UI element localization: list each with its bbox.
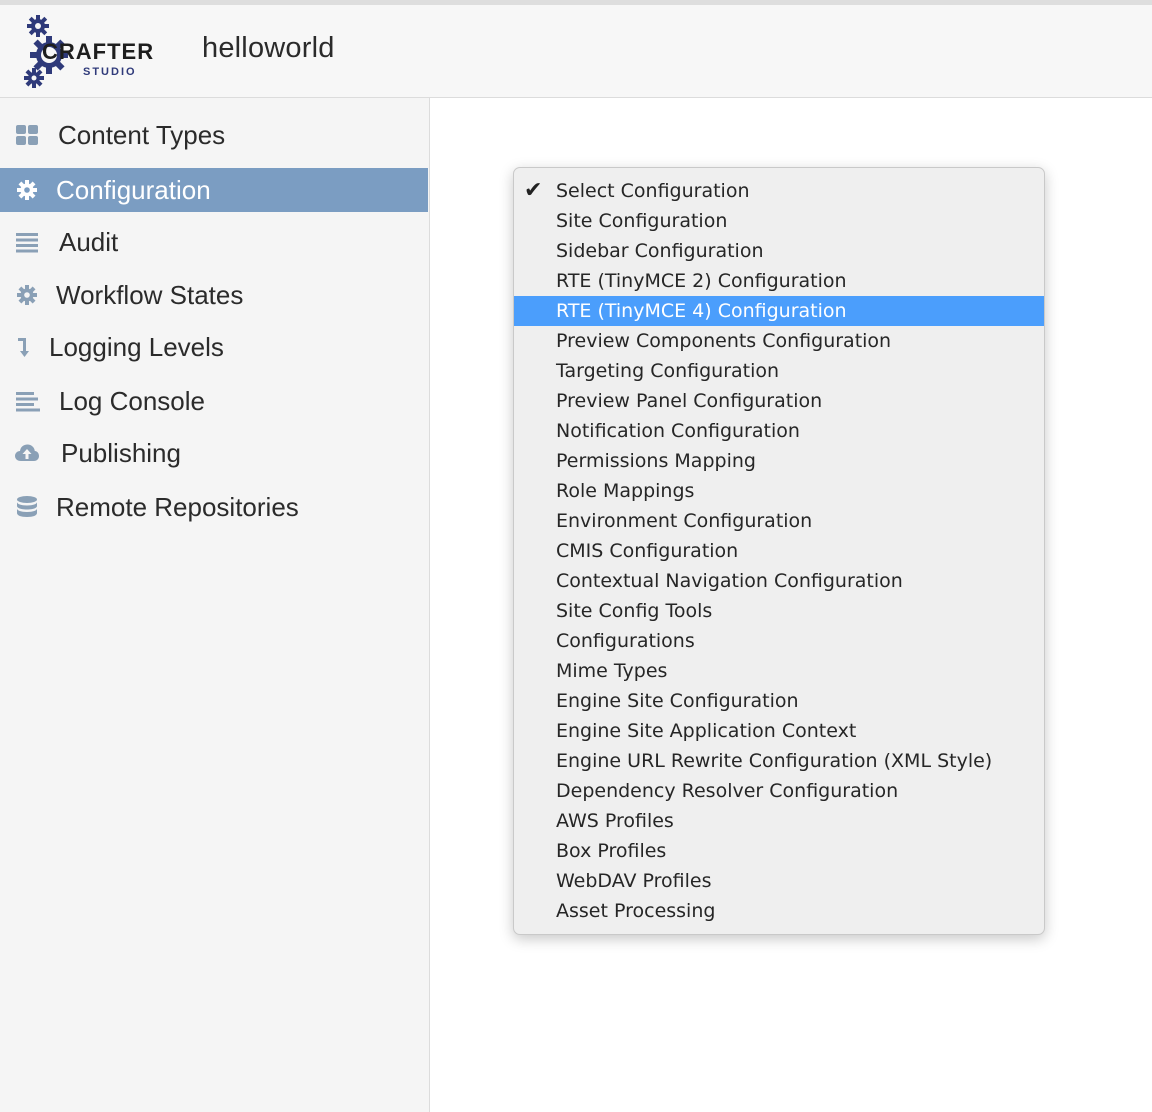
- dropdown-option[interactable]: Notification Configuration: [514, 416, 1044, 446]
- dropdown-option[interactable]: RTE (TinyMCE 4) Configuration: [514, 296, 1044, 326]
- sidebar-item-label: Log Console: [59, 386, 205, 416]
- sidebar-item-label: Content Types: [58, 120, 226, 150]
- dropdown-option-label: Engine Site Application Context: [556, 720, 857, 742]
- dropdown-option-label: Contextual Navigation Configuration: [556, 570, 903, 592]
- configuration-dropdown-menu[interactable]: ✔ Select Configuration Site Configuration S…: [513, 167, 1045, 935]
- sidebar-item-remote-repositories[interactable]: Remote Repositories: [0, 485, 428, 529]
- dropdown-option[interactable]: Environment Configuration: [514, 506, 1044, 536]
- sidebar-item-log-console[interactable]: Log Console: [0, 379, 428, 423]
- dropdown-option-label: Select Configuration: [556, 180, 750, 202]
- sidebar-item-label: Workflow States: [56, 280, 244, 310]
- dropdown-option-label: Mime Types: [556, 660, 668, 682]
- dropdown-option[interactable]: RTE (TinyMCE 2) Configuration: [514, 266, 1044, 296]
- dropdown-option-label: Dependency Resolver Configuration: [556, 780, 899, 802]
- dropdown-option[interactable]: Preview Panel Configuration: [514, 386, 1044, 416]
- dropdown-option[interactable]: Configurations: [514, 626, 1044, 656]
- dropdown-option[interactable]: CMIS Configuration: [514, 536, 1044, 566]
- dropdown-option-label: RTE (TinyMCE 2) Configuration: [556, 270, 847, 292]
- dropdown-option-label: Notification Configuration: [556, 420, 800, 442]
- sidebar-item-audit[interactable]: Audit: [0, 220, 428, 264]
- dropdown-option[interactable]: WebDAV Profiles: [514, 866, 1044, 896]
- dropdown-option-label: Site Config Tools: [556, 600, 713, 622]
- dropdown-option-label: Preview Components Configuration: [556, 330, 892, 352]
- dropdown-option[interactable]: Box Profiles: [514, 836, 1044, 866]
- dropdown-option[interactable]: Mime Types: [514, 656, 1044, 686]
- dropdown-option-label: Preview Panel Configuration: [556, 390, 823, 412]
- sidebar-item-label: Remote Repositories: [56, 492, 299, 522]
- sidebar: Content Types Configuration Audit Workfl…: [0, 98, 430, 1112]
- grid-icon: [14, 123, 40, 147]
- crafter-studio-logo[interactable]: CRAFTER STUDIO: [24, 10, 164, 90]
- dropdown-option[interactable]: AWS Profiles: [514, 806, 1044, 836]
- dropdown-option-label: Sidebar Configuration: [556, 240, 764, 262]
- database-icon: [14, 495, 40, 519]
- dropdown-option[interactable]: ✔ Select Configuration: [514, 176, 1044, 206]
- gear-icon: [14, 283, 40, 307]
- sidebar-item-label: Audit: [59, 227, 119, 257]
- sidebar-item-label: Configuration: [56, 175, 211, 205]
- dropdown-option-label: Permissions Mapping: [556, 450, 756, 472]
- sidebar-item-label: Logging Levels: [49, 332, 224, 362]
- sidebar-item-workflow-states[interactable]: Workflow States: [0, 273, 428, 317]
- dropdown-option[interactable]: Sidebar Configuration: [514, 236, 1044, 266]
- dropdown-option-label: Box Profiles: [556, 840, 667, 862]
- sidebar-item-label: Publishing: [61, 438, 181, 468]
- lines-icon: [14, 389, 40, 413]
- gear-icon: [14, 178, 40, 202]
- logo-subtext: STUDIO: [83, 66, 137, 78]
- dropdown-option[interactable]: Targeting Configuration: [514, 356, 1044, 386]
- dropdown-option-label: Engine URL Rewrite Configuration (XML St…: [556, 750, 993, 772]
- dropdown-option[interactable]: Asset Processing: [514, 896, 1044, 926]
- dropdown-option[interactable]: Permissions Mapping: [514, 446, 1044, 476]
- logo-text: CRAFTER: [42, 39, 154, 64]
- sidebar-item-publishing[interactable]: Publishing: [0, 431, 428, 475]
- site-name: helloworld: [202, 32, 335, 64]
- dropdown-option[interactable]: Preview Components Configuration: [514, 326, 1044, 356]
- checkmark-icon: ✔: [524, 178, 543, 203]
- dropdown-option[interactable]: Engine Site Configuration: [514, 686, 1044, 716]
- dropdown-option-label: Environment Configuration: [556, 510, 813, 532]
- dropdown-option[interactable]: Site Configuration: [514, 206, 1044, 236]
- dropdown-option-label: WebDAV Profiles: [556, 870, 712, 892]
- dropdown-option[interactable]: Site Config Tools: [514, 596, 1044, 626]
- dropdown-option[interactable]: Role Mappings: [514, 476, 1044, 506]
- dropdown-option[interactable]: Dependency Resolver Configuration: [514, 776, 1044, 806]
- sidebar-item-logging-levels[interactable]: Logging Levels: [0, 325, 428, 369]
- app-header: CRAFTER STUDIO helloworld: [0, 0, 1152, 98]
- dropdown-option-label: RTE (TinyMCE 4) Configuration: [556, 300, 847, 322]
- arrow-down-icon: [14, 335, 40, 359]
- dropdown-option[interactable]: Engine Site Application Context: [514, 716, 1044, 746]
- list-icon: [14, 230, 40, 254]
- sidebar-item-content-types[interactable]: Content Types: [0, 113, 428, 157]
- dropdown-option-label: Engine Site Configuration: [556, 690, 799, 712]
- dropdown-option[interactable]: Engine URL Rewrite Configuration (XML St…: [514, 746, 1044, 776]
- dropdown-option-label: Asset Processing: [556, 900, 716, 922]
- dropdown-option-label: AWS Profiles: [556, 810, 674, 832]
- cloud-upload-icon: [14, 441, 40, 465]
- dropdown-option-label: Role Mappings: [556, 480, 695, 502]
- sidebar-item-configuration[interactable]: Configuration: [0, 168, 428, 212]
- dropdown-option[interactable]: Contextual Navigation Configuration: [514, 566, 1044, 596]
- dropdown-option-label: Targeting Configuration: [556, 360, 780, 382]
- dropdown-option-label: Site Configuration: [556, 210, 728, 232]
- dropdown-option-label: Configurations: [556, 630, 695, 652]
- dropdown-option-label: CMIS Configuration: [556, 540, 739, 562]
